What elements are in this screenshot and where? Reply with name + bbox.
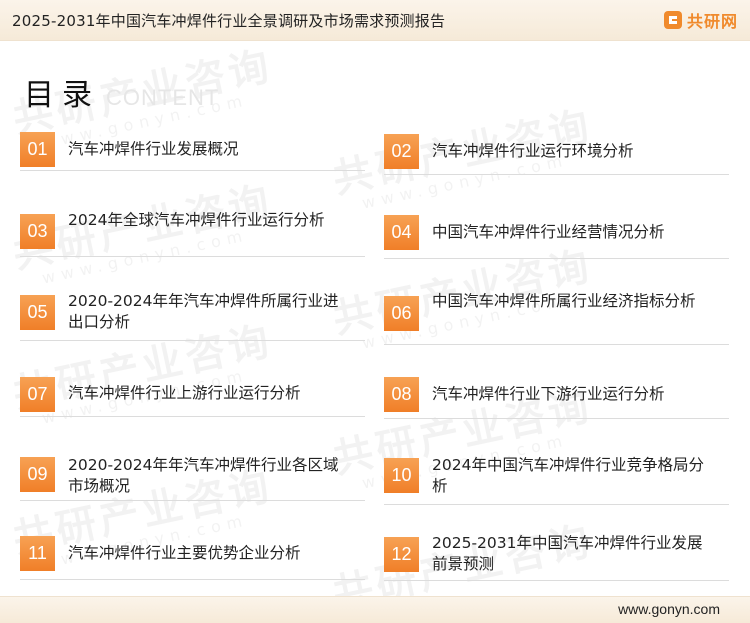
item-label: 中国汽车冲焊件所属行业经济指标分析: [432, 292, 696, 310]
item-number: 07: [20, 377, 55, 412]
item-label: 汽车冲焊件行业运行环境分析: [432, 142, 634, 160]
item-number: 05: [20, 295, 55, 330]
toc-item-03[interactable]: 03 2024年全球汽车冲焊件行业运行分析: [20, 206, 365, 257]
item-label: 2020-2024年年汽车冲焊件所属行业进出口分析: [68, 292, 339, 331]
brand-logo[interactable]: 共研网: [663, 8, 738, 32]
footer-url[interactable]: www.gonyn.com: [618, 601, 720, 617]
toc-item-06[interactable]: 06 中国汽车冲焊件所属行业经济指标分析: [384, 290, 729, 345]
toc-item-01[interactable]: 01 汽车冲焊件行业发展概况: [20, 130, 365, 171]
item-number: 04: [384, 215, 419, 250]
report-title: 2025-2031年中国汽车冲焊件行业全景调研及市场需求预测报告: [12, 12, 446, 30]
item-label: 汽车冲焊件行业上游行业运行分析: [68, 384, 301, 402]
logo-icon: [663, 11, 682, 29]
item-label: 2025-2031年中国汽车冲焊件行业发展前景预测: [432, 534, 703, 573]
toc-heading: 目录 CONTENT: [24, 70, 220, 113]
toc-subtitle: CONTENT: [106, 85, 220, 110]
item-number: 11: [20, 536, 55, 571]
toc-item-09[interactable]: 09 2020-2024年年汽车冲焊件行业各区域市场概况: [20, 452, 365, 501]
item-label: 中国汽车冲焊件行业经营情况分析: [432, 223, 665, 241]
item-label: 汽车冲焊件行业发展概况: [68, 140, 239, 158]
header-bar: 2025-2031年中国汽车冲焊件行业全景调研及市场需求预测报告 共研网: [0, 0, 750, 41]
toc-item-02[interactable]: 02 汽车冲焊件行业运行环境分析: [384, 130, 729, 175]
item-label: 汽车冲焊件行业主要优势企业分析: [68, 544, 301, 562]
toc-item-05[interactable]: 05 2020-2024年年汽车冲焊件所属行业进出口分析: [20, 286, 365, 341]
toc-item-08[interactable]: 08 汽车冲焊件行业下游行业运行分析: [384, 374, 729, 419]
logo-text: 共研网: [686, 12, 738, 31]
item-label: 2020-2024年年汽车冲焊件行业各区域市场概况: [68, 456, 339, 495]
toc-item-04[interactable]: 04 中国汽车冲焊件行业经营情况分析: [384, 212, 729, 259]
footer-bar: www.gonyn.com: [0, 596, 750, 623]
toc-title: 目录: [24, 78, 100, 113]
item-number: 12: [384, 537, 419, 572]
toc-item-11[interactable]: 11 汽车冲焊件行业主要优势企业分析: [20, 533, 365, 580]
toc-item-10[interactable]: 10 2024年中国汽车冲焊件行业竞争格局分析: [384, 454, 729, 505]
item-number: 09: [20, 457, 55, 492]
item-number: 03: [20, 214, 55, 249]
toc-item-07[interactable]: 07 汽车冲焊件行业上游行业运行分析: [20, 372, 365, 417]
item-label: 2024年中国汽车冲焊件行业竞争格局分析: [432, 456, 704, 495]
item-number: 01: [20, 132, 55, 167]
item-number: 06: [384, 296, 419, 331]
item-label: 2024年全球汽车冲焊件行业运行分析: [68, 211, 325, 229]
item-number: 10: [384, 458, 419, 493]
item-number: 08: [384, 377, 419, 412]
item-number: 02: [384, 134, 419, 169]
toc-item-12[interactable]: 12 2025-2031年中国汽车冲焊件行业发展前景预测: [384, 534, 729, 581]
item-label: 汽车冲焊件行业下游行业运行分析: [432, 385, 665, 403]
